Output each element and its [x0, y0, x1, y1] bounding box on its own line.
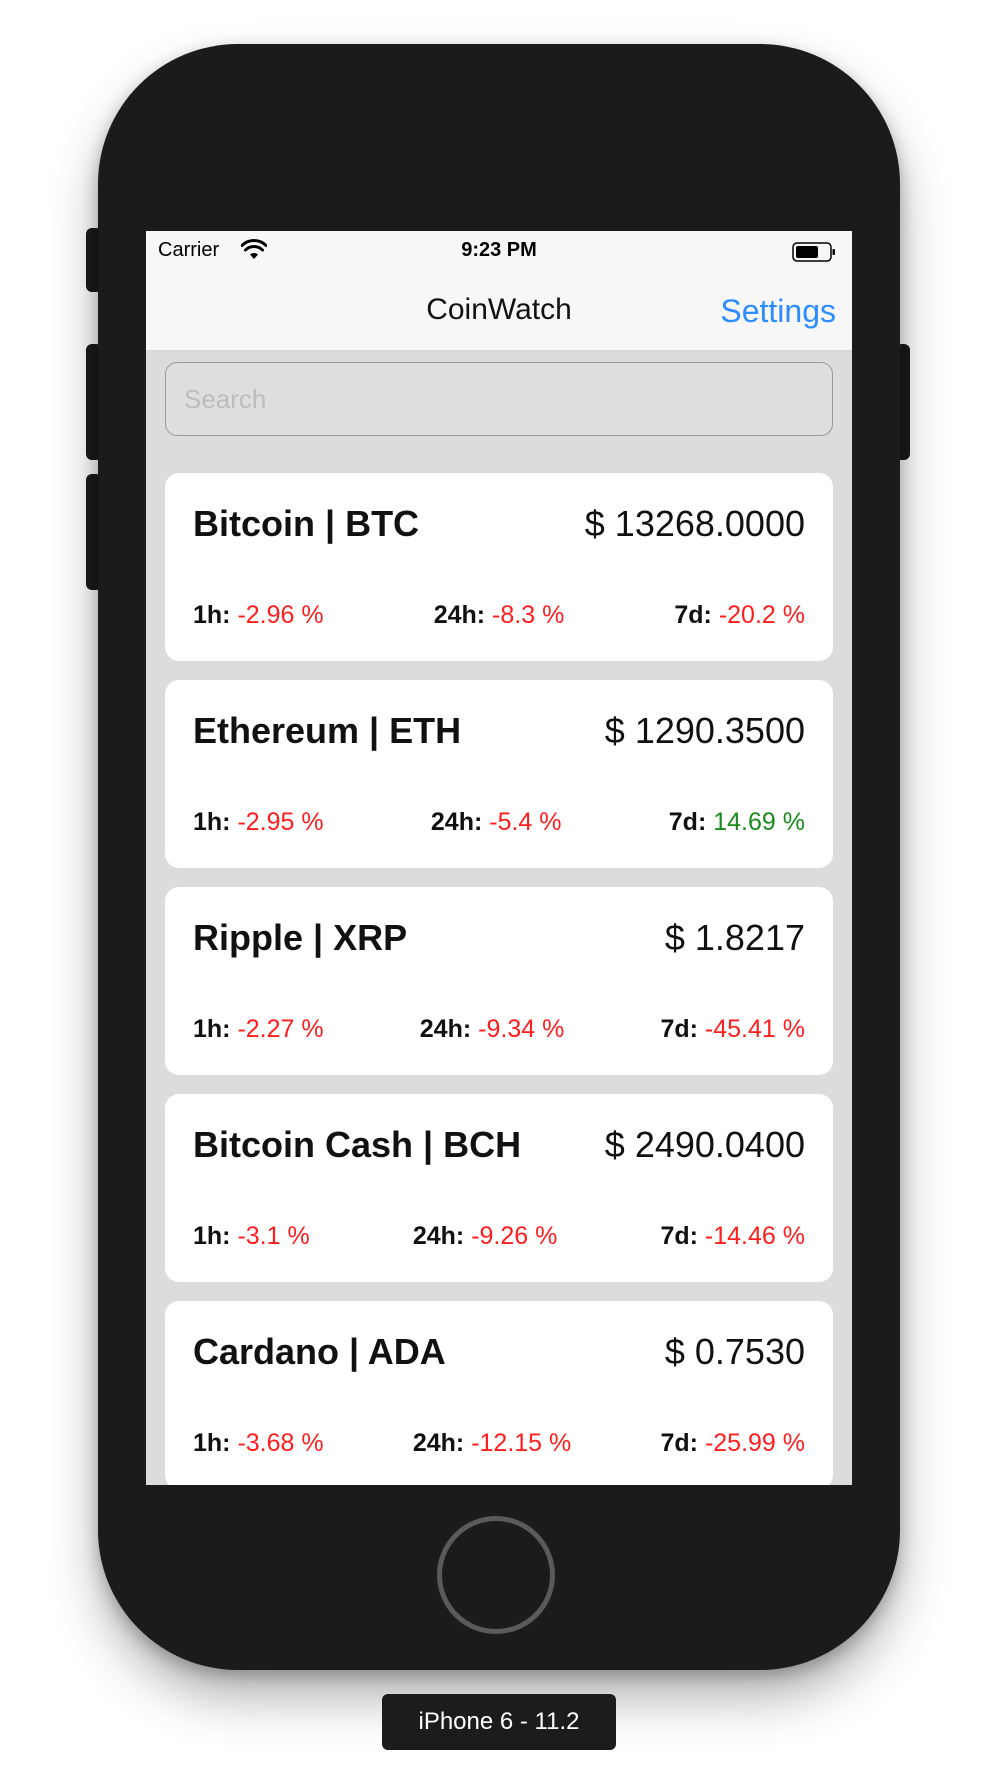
change-24h: 24h: -9.34 % — [420, 1015, 565, 1044]
change-24h-label: 24h: — [412, 1429, 465, 1457]
coin-price: $ 2490.0400 — [604, 1124, 805, 1165]
coin-price: $ 1.8217 — [664, 917, 805, 958]
coin-price: $ 13268.0000 — [584, 503, 805, 544]
coin-price: $ 0.7530 — [664, 1331, 805, 1372]
change-1h: 1h: -3.1 % — [193, 1222, 310, 1251]
simulator-device-label: iPhone 6 - 11.2 — [382, 1694, 616, 1750]
change-1h-value: -2.96 % — [237, 601, 324, 629]
change-1h-value: -2.95 % — [237, 808, 324, 836]
change-1h-label: 1h: — [193, 1429, 231, 1457]
coin-name: Ethereum | ETH — [193, 710, 462, 751]
change-row: 1h: -2.95 % 24h: -5.4 % 7d: 14.69 % — [193, 808, 805, 837]
change-24h-value: -5.4 % — [489, 808, 562, 836]
change-7d-label: 7d: — [660, 1222, 698, 1250]
change-7d-value: -14.46 % — [704, 1222, 805, 1250]
change-7d-label: 7d: — [674, 601, 712, 629]
coin-price: $ 1290.3500 — [604, 710, 805, 751]
change-24h: 24h: -8.3 % — [434, 601, 565, 630]
change-row: 1h: -2.96 % 24h: -8.3 % 7d: -20.2 % — [193, 601, 805, 630]
change-row: 1h: -3.1 % 24h: -9.26 % 7d: -14.46 % — [193, 1222, 805, 1251]
coin-card-bch[interactable]: Bitcoin Cash | BCH $ 2490.0400 1h: -3.1 … — [165, 1094, 833, 1282]
coin-name: Cardano | ADA — [193, 1331, 446, 1372]
change-1h-value: -3.68 % — [237, 1429, 324, 1457]
change-7d-label: 7d: — [660, 1015, 698, 1043]
coin-card-btc[interactable]: Bitcoin | BTC $ 13268.0000 1h: -2.96 % 2… — [165, 473, 833, 661]
change-1h-value: -2.27 % — [237, 1015, 324, 1043]
change-1h-label: 1h: — [193, 1015, 231, 1043]
home-button[interactable] — [437, 1516, 555, 1634]
change-1h-label: 1h: — [193, 601, 231, 629]
change-7d-value: -20.2 % — [718, 601, 805, 629]
change-row: 1h: -2.27 % 24h: -9.34 % 7d: -45.41 % — [193, 1015, 805, 1044]
change-row: 1h: -3.68 % 24h: -12.15 % 7d: -25.99 % — [193, 1429, 805, 1458]
change-1h: 1h: -2.95 % — [193, 808, 324, 837]
change-24h-label: 24h: — [412, 1222, 465, 1250]
change-24h-value: -9.26 % — [471, 1222, 558, 1250]
change-7d-label: 7d: — [660, 1429, 698, 1457]
coin-name: Bitcoin Cash | BCH — [193, 1124, 522, 1165]
change-7d: 7d: -20.2 % — [674, 601, 805, 630]
coin-name: Bitcoin | BTC — [193, 503, 420, 544]
coin-name: Ripple | XRP — [193, 917, 408, 958]
change-7d: 7d: -25.99 % — [660, 1429, 805, 1458]
coin-card-eth[interactable]: Ethereum | ETH $ 1290.3500 1h: -2.95 % 2… — [165, 680, 833, 868]
change-7d-label: 7d: — [668, 808, 707, 836]
change-7d: 7d: -45.41 % — [660, 1015, 805, 1044]
change-1h-label: 1h: — [193, 1222, 231, 1250]
change-24h-value: -8.3 % — [492, 601, 565, 629]
app-screen: Carrier 9:23 PM CoinWatch Settings Bitco… — [146, 231, 852, 1485]
change-7d-value: -25.99 % — [704, 1429, 805, 1457]
change-1h-label: 1h: — [193, 808, 231, 836]
change-7d: 7d: 14.69 % — [669, 808, 805, 837]
coin-list: Bitcoin | BTC $ 13268.0000 1h: -2.96 % 2… — [146, 231, 852, 1485]
change-1h-value: -3.1 % — [237, 1222, 310, 1250]
change-1h: 1h: -3.68 % — [193, 1429, 324, 1458]
change-7d: 7d: -14.46 % — [660, 1222, 805, 1251]
change-24h-value: -9.34 % — [478, 1015, 565, 1043]
change-24h: 24h: -9.26 % — [413, 1222, 558, 1251]
change-1h: 1h: -2.27 % — [193, 1015, 324, 1044]
change-7d-value: 14.69 % — [713, 808, 805, 836]
change-24h: 24h: -12.15 % — [413, 1429, 571, 1458]
change-1h: 1h: -2.96 % — [193, 601, 324, 630]
change-24h-value: -12.15 % — [471, 1429, 572, 1457]
coin-card-xrp[interactable]: Ripple | XRP $ 1.8217 1h: -2.27 % 24h: -… — [165, 887, 833, 1075]
change-24h: 24h: -5.4 % — [431, 808, 562, 837]
change-24h-label: 24h: — [430, 808, 483, 836]
change-24h-label: 24h: — [433, 601, 486, 629]
change-24h-label: 24h: — [419, 1015, 472, 1043]
coin-card-ada[interactable]: Cardano | ADA $ 0.7530 1h: -3.68 % 24h: … — [165, 1301, 833, 1485]
change-7d-value: -45.41 % — [704, 1015, 805, 1043]
